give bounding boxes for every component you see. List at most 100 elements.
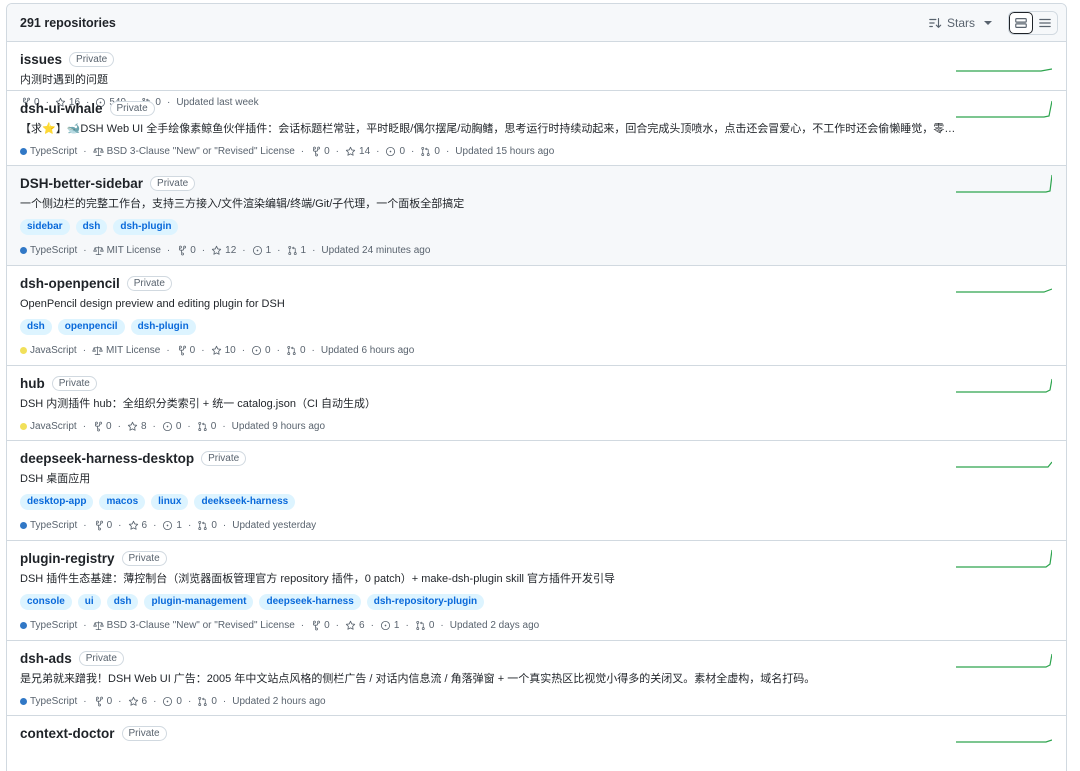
forks-link[interactable]: 0 bbox=[310, 146, 330, 157]
stars-link[interactable]: 6 bbox=[345, 620, 365, 631]
pull-request-icon bbox=[198, 421, 207, 431]
pulls-count: 0 bbox=[211, 695, 217, 707]
repo-title-line: DSH-better-sidebar Private bbox=[20, 175, 1053, 192]
repo-item: dsh-ads Private 是兄弟就来蹭我！DSH Web UI 广告：2005… bbox=[7, 641, 1066, 716]
pulls-link[interactable]: 0 bbox=[197, 520, 217, 531]
topic-tag[interactable]: deepseek-harness bbox=[259, 594, 361, 610]
topic-tag[interactable]: dsh bbox=[106, 594, 139, 610]
sparkline-path bbox=[956, 288, 1052, 293]
repo-name-link[interactable]: issues bbox=[20, 52, 62, 67]
license-info: BSD 3-Clause "New" or "Revised" License bbox=[92, 145, 295, 157]
topic-tag[interactable]: linux bbox=[151, 494, 189, 510]
stars-link[interactable]: 6 bbox=[128, 520, 147, 531]
issues-link[interactable]: 0 bbox=[162, 696, 182, 707]
issues-link[interactable]: 0 bbox=[162, 420, 182, 432]
updated-time: Updated 6 hours ago bbox=[320, 344, 415, 356]
visibility-badge: Private bbox=[201, 451, 247, 466]
activity-sparkline bbox=[956, 549, 1052, 568]
language-label: TypeScript bbox=[30, 244, 78, 256]
list-view-button[interactable] bbox=[1033, 11, 1057, 34]
forks-link[interactable]: 0 bbox=[93, 520, 112, 531]
stars-link[interactable]: 6 bbox=[128, 696, 147, 707]
stars-link[interactable]: 8 bbox=[127, 421, 147, 432]
repo-name-link[interactable]: dsh-ui-whale bbox=[20, 101, 103, 116]
repo-name-link[interactable]: context-doctor bbox=[20, 726, 115, 741]
pulls-link[interactable]: 0 bbox=[286, 345, 306, 356]
forks-link[interactable]: 0 bbox=[92, 421, 112, 432]
issues-count: 0 bbox=[175, 420, 182, 432]
topic-tag[interactable]: deekseek-harness bbox=[194, 494, 296, 510]
issues-link[interactable]: 1 bbox=[162, 520, 182, 531]
pulls-link[interactable]: 0 bbox=[415, 619, 435, 631]
topic-tag[interactable]: dsh-plugin bbox=[130, 319, 196, 335]
stars-link[interactable]: 12 bbox=[211, 245, 236, 256]
forks-link[interactable]: 0 bbox=[310, 620, 330, 631]
repo-name-link[interactable]: deepseek-harness-desktop bbox=[20, 451, 194, 466]
stars-count: 14 bbox=[359, 145, 371, 157]
forks-count: 0 bbox=[106, 420, 112, 432]
pulls-link[interactable]: 1 bbox=[287, 245, 306, 256]
topic-tag[interactable]: console bbox=[20, 594, 72, 610]
license-label: BSD 3-Clause "New" or "Revised" License bbox=[106, 145, 295, 157]
repo-meta: JavaScript · MIT License · 0 · 10 · 0 · 0 · Updated … bbox=[20, 343, 1053, 357]
meta-separator: · bbox=[335, 619, 340, 631]
language-info: TypeScript bbox=[20, 696, 77, 707]
law-icon bbox=[92, 345, 103, 355]
forks-count: 0 bbox=[106, 695, 113, 707]
forks-link[interactable]: 0 bbox=[93, 695, 113, 707]
language-color-dot bbox=[20, 246, 27, 254]
topic-tag[interactable]: dsh-plugin bbox=[113, 219, 179, 235]
topic-tag[interactable]: openpencil bbox=[57, 319, 125, 335]
topic-tag[interactable]: dsh-repository-plugin bbox=[366, 594, 485, 610]
issues-link[interactable]: 0 bbox=[385, 146, 405, 157]
pulls-link[interactable]: 0 bbox=[197, 420, 217, 432]
topic-tag[interactable]: dsh bbox=[20, 319, 52, 335]
topic-tag[interactable]: sidebar bbox=[20, 219, 70, 235]
pulls-link[interactable]: 0 bbox=[197, 696, 217, 707]
pulls-link[interactable]: 0 bbox=[420, 146, 440, 157]
repo-name-link[interactable]: hub bbox=[20, 376, 45, 391]
topic-tag[interactable]: plugin-management bbox=[144, 594, 254, 610]
pulls-count: 0 bbox=[428, 619, 435, 631]
law-icon bbox=[92, 620, 104, 630]
topic-tag[interactable]: desktop-app bbox=[20, 494, 94, 510]
meta-separator: · bbox=[300, 619, 305, 631]
updated-time: Updated 9 hours ago bbox=[231, 420, 326, 432]
meta-separator: · bbox=[83, 244, 87, 256]
card-view-button[interactable] bbox=[1009, 11, 1033, 34]
topic-tag[interactable]: ui bbox=[77, 594, 101, 610]
repo-description: DSH 桌面应用 bbox=[20, 473, 91, 485]
repo-item: DSH-better-sidebar Private 一个侧边栏的完整工作台，支持三… bbox=[7, 166, 1066, 266]
issues-link[interactable]: 1 bbox=[252, 245, 271, 256]
repo-name-link[interactable]: dsh-openpencil bbox=[20, 276, 120, 291]
meta-separator: · bbox=[152, 420, 156, 432]
forks-link[interactable]: 0 bbox=[176, 345, 195, 356]
updated-time: Updated 2 hours ago bbox=[232, 695, 326, 707]
issues-count: 1 bbox=[393, 619, 400, 631]
view-toggle bbox=[1008, 10, 1058, 35]
repo-name-link[interactable]: plugin-registry bbox=[20, 551, 115, 566]
star-icon bbox=[211, 345, 221, 355]
repo-title-line: context-doctor Private bbox=[20, 725, 1053, 742]
topic-tag[interactable]: macos bbox=[99, 494, 146, 510]
repo-description: DSH 插件生态基建：薄控制台（浏览器面板管理官方 repository 插件，… bbox=[20, 573, 616, 585]
issue-icon bbox=[163, 696, 173, 706]
visibility-badge: Private bbox=[51, 376, 97, 391]
stars-link[interactable]: 10 bbox=[211, 345, 236, 356]
issues-link[interactable]: 0 bbox=[251, 345, 271, 356]
pull-request-icon bbox=[287, 345, 296, 355]
meta-separator: · bbox=[241, 344, 246, 356]
pulls-count: 0 bbox=[210, 420, 217, 432]
topic-tag[interactable]: dsh bbox=[75, 219, 108, 235]
sort-dropdown[interactable]: Stars bbox=[928, 16, 992, 30]
issue-icon bbox=[252, 345, 262, 355]
language-color-dot bbox=[20, 697, 27, 705]
issues-link[interactable]: 1 bbox=[380, 619, 400, 631]
forks-count: 0 bbox=[324, 619, 330, 631]
stars-link[interactable]: 14 bbox=[345, 146, 370, 157]
repo-meta: TypeScript · BSD 3-Clause "New" or "Revise… bbox=[20, 618, 1053, 632]
repo-name-link[interactable]: dsh-ads bbox=[20, 651, 72, 666]
repo-name-link[interactable]: DSH-better-sidebar bbox=[20, 176, 143, 191]
forks-link[interactable]: 0 bbox=[176, 245, 196, 256]
activity-sparkline bbox=[956, 288, 1052, 293]
